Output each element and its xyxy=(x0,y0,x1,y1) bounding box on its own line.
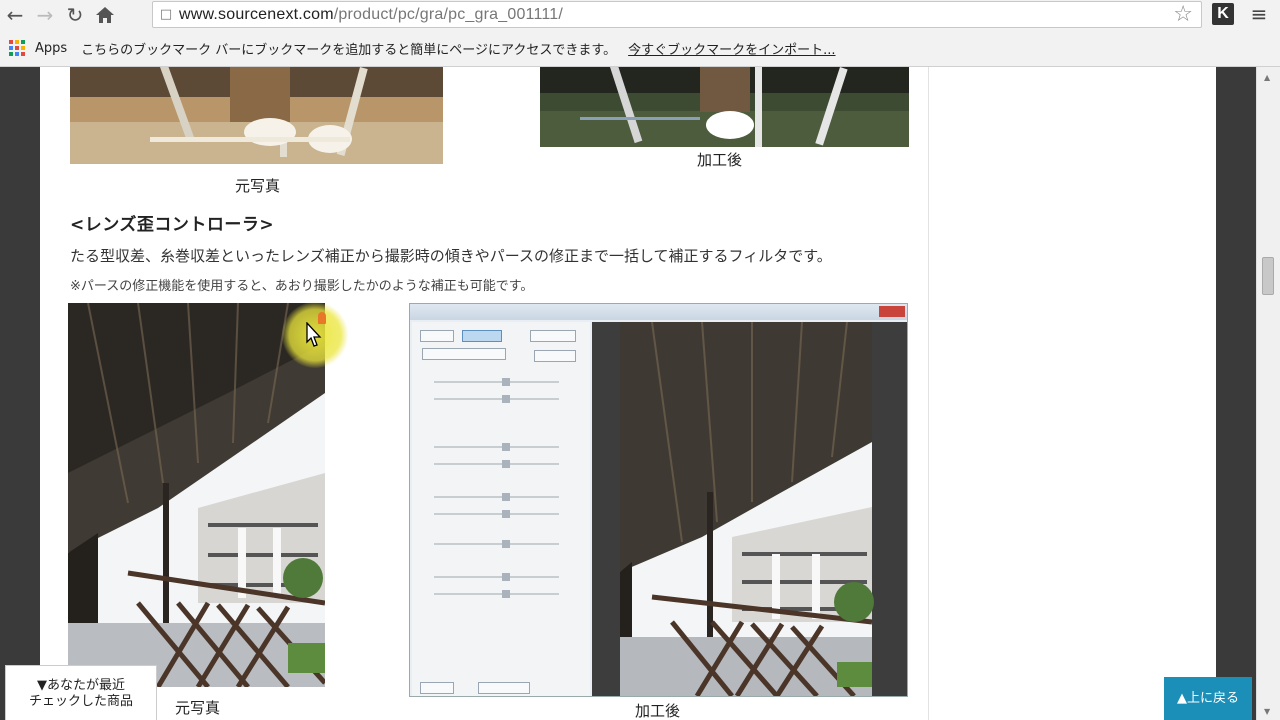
dialog-button xyxy=(462,330,502,342)
dialog-titlebar xyxy=(410,304,907,320)
page-icon: □ xyxy=(159,7,173,22)
scroll-up-icon[interactable]: ▲ xyxy=(1264,73,1270,82)
recently-checked-line1: ▼あなたが最近 xyxy=(37,678,125,693)
address-bar[interactable]: □ www.sourcenext.com/product/pc/gra/pc_g… xyxy=(152,1,1202,28)
recently-checked-tab[interactable]: ▼あなたが最近 チェックした商品 xyxy=(5,665,157,720)
mouse-pointer-icon xyxy=(306,322,322,347)
side-column xyxy=(928,67,1216,720)
scroll-thumb[interactable] xyxy=(1262,257,1274,295)
page-viewport: 元写真 加工後 <レンズ歪コントローラ> たる型収差、糸巻収差といったレンズ補正… xyxy=(0,67,1280,720)
bookmarks-bar: Apps こちらのブックマーク バーにブックマークを追加すると簡単にページにアク… xyxy=(0,30,1280,67)
dialog-button xyxy=(422,348,506,360)
reload-icon[interactable]: ↻ xyxy=(60,0,90,30)
caption-original: 元写真 xyxy=(175,699,221,717)
section-heading: <レンズ歪コントローラ> xyxy=(70,215,275,235)
original-photo-top xyxy=(70,67,443,164)
import-bookmarks-link[interactable]: 今すぐブックマークをインポート... xyxy=(628,39,835,58)
edited-photo-top xyxy=(540,67,909,147)
caption-original-top: 元写真 xyxy=(235,177,281,195)
main-content: 元写真 加工後 <レンズ歪コントローラ> たる型収差、糸巻収差といったレンズ補正… xyxy=(40,67,928,720)
section-note: ※パースの修正機能を使用すると、あおり撮影したかのような補正も可能です。 xyxy=(70,279,534,294)
original-photo xyxy=(68,303,325,687)
dialog-close-icon xyxy=(879,306,905,317)
page-scrollbar[interactable]: ▲ ▼ xyxy=(1256,67,1280,720)
section-description: たる型収差、糸巻収差といったレンズ補正から撮影時の傾きやパースの修正まで一括して… xyxy=(70,247,832,265)
filter-dialog-screenshot xyxy=(409,303,908,697)
url-text: www.sourcenext.com/product/pc/gra/pc_gra… xyxy=(179,5,564,23)
extension-k-icon[interactable]: K xyxy=(1212,3,1234,25)
back-arrow-icon[interactable]: ← xyxy=(0,0,30,30)
dialog-button xyxy=(530,330,576,342)
dialog-settings-panel xyxy=(412,322,590,696)
apps-grid-icon[interactable] xyxy=(9,40,25,56)
scroll-down-icon[interactable]: ▼ xyxy=(1264,707,1270,716)
apps-link[interactable]: Apps xyxy=(35,41,67,56)
cursor-marker-icon xyxy=(318,312,326,324)
caption-edited: 加工後 xyxy=(635,702,681,720)
dialog-preview xyxy=(592,322,907,696)
forward-arrow-icon[interactable]: → xyxy=(30,0,60,30)
bookmarks-message: こちらのブックマーク バーにブックマークを追加すると簡単にページにアクセスできま… xyxy=(81,42,617,58)
browser-toolbar: ← → ↻ □ www.sourcenext.com/product/pc/gr… xyxy=(0,0,1280,30)
recently-checked-line2: チェックした商品 xyxy=(28,694,133,709)
dialog-button xyxy=(420,682,454,694)
bookmark-star-icon[interactable]: ☆ xyxy=(1173,2,1193,28)
caption-edited-top: 加工後 xyxy=(697,151,743,169)
home-icon[interactable] xyxy=(90,0,120,30)
dialog-button xyxy=(478,682,530,694)
dialog-button xyxy=(420,330,454,342)
back-to-top-button[interactable]: ▲上に戻る xyxy=(1164,677,1252,720)
dialog-button xyxy=(534,350,576,362)
menu-icon[interactable]: ≡ xyxy=(1248,3,1270,25)
